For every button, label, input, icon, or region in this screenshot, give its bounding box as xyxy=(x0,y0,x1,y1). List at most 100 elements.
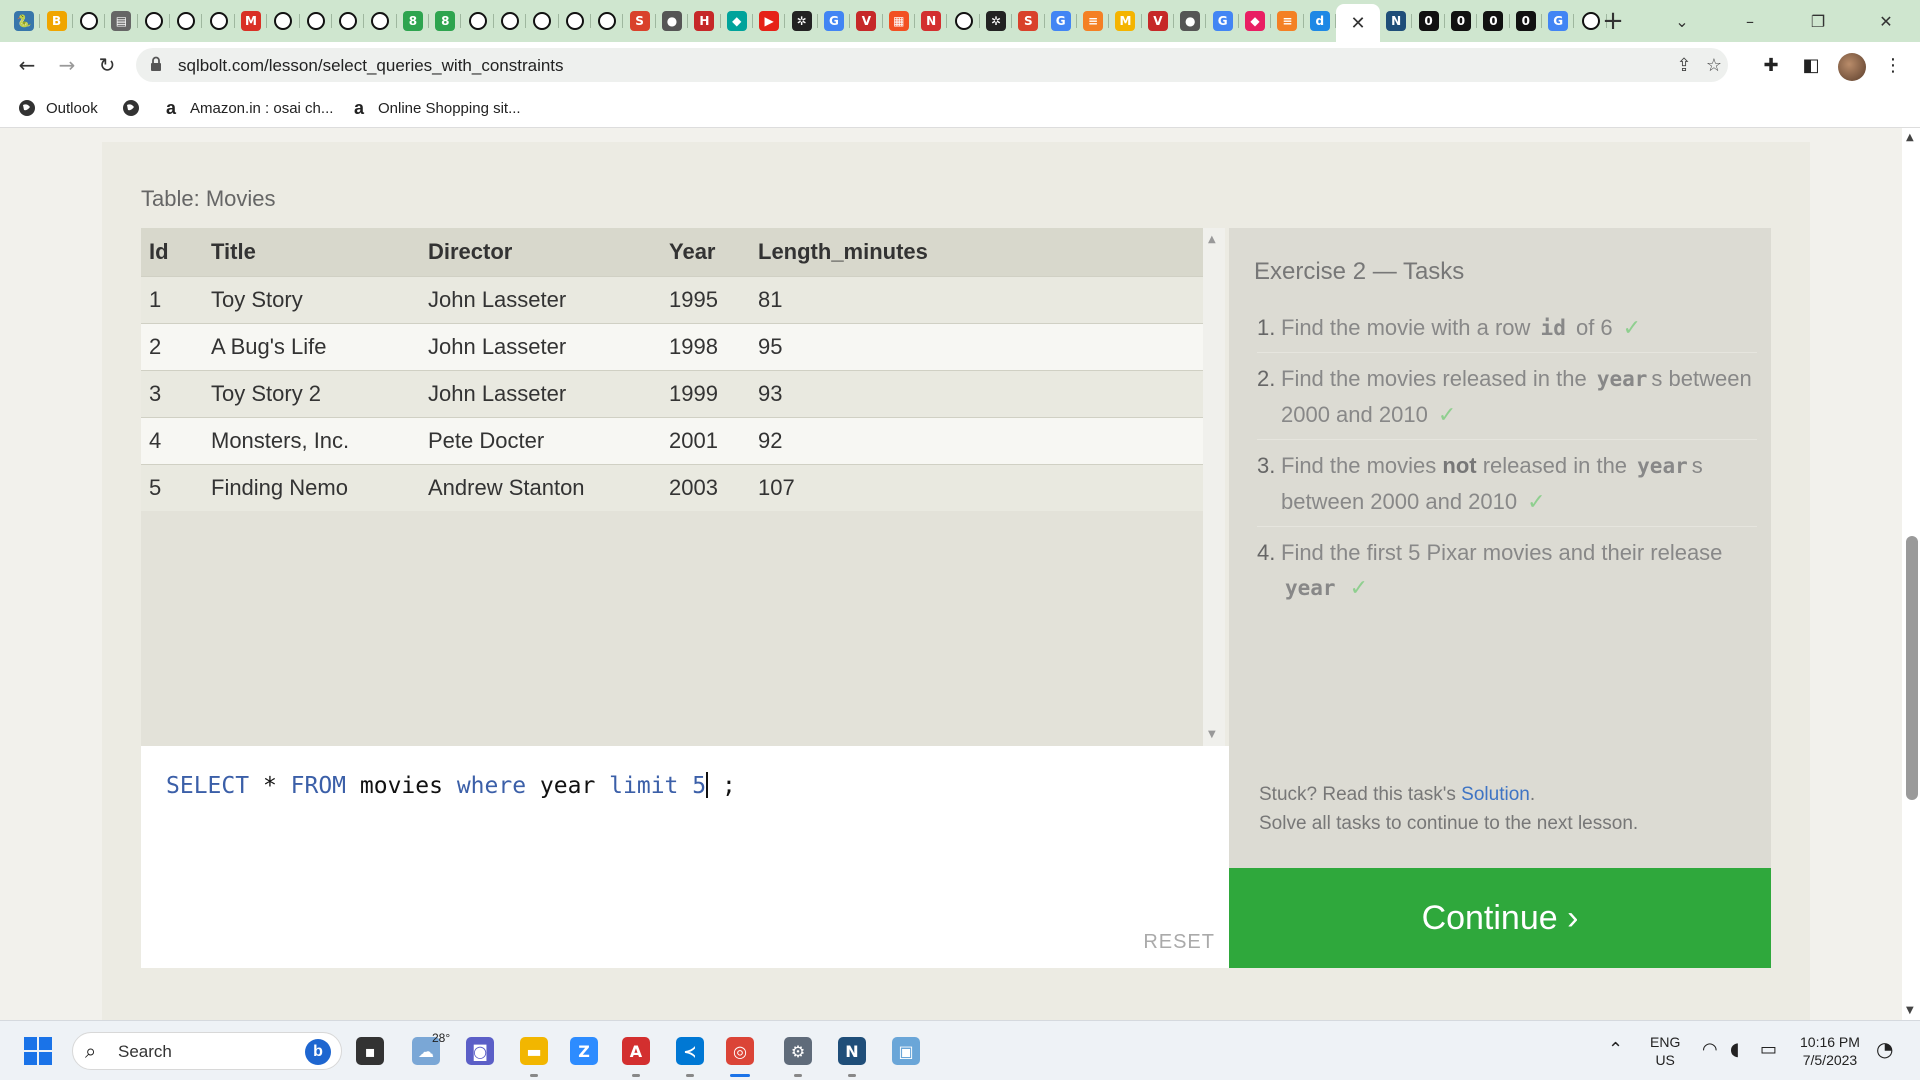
browser-tab[interactable]: G xyxy=(818,4,851,38)
task-view-app[interactable]: ▪ xyxy=(352,1033,388,1069)
clock[interactable]: 10:16 PM 7/5/2023 xyxy=(1800,1033,1860,1069)
browser-tab[interactable]: ≡ xyxy=(1077,4,1110,38)
volume-icon[interactable]: ◖ xyxy=(1730,1039,1739,1060)
browser-tab[interactable]: 0 xyxy=(1510,4,1543,38)
browser-tab[interactable]: 8 xyxy=(429,4,462,38)
bookmark-globe[interactable] xyxy=(122,96,150,120)
bookmark-star-icon[interactable]: ☆ xyxy=(1702,53,1726,77)
browser-tab[interactable] xyxy=(170,4,203,38)
close-window-button[interactable]: ✕ xyxy=(1852,0,1920,42)
tab-search-button[interactable]: ⌄ xyxy=(1648,0,1716,42)
browser-tab[interactable] xyxy=(494,4,527,38)
file-explorer-app[interactable]: ▬ xyxy=(516,1033,552,1077)
more-menu-icon[interactable]: ⋮ xyxy=(1878,50,1908,80)
browser-tab[interactable]: 0 xyxy=(1412,4,1446,38)
acrobat-app[interactable]: A xyxy=(618,1033,654,1077)
restore-button[interactable]: ❐ xyxy=(1784,0,1852,42)
bing-icon[interactable]: b xyxy=(305,1039,331,1065)
browser-tab[interactable]: M xyxy=(235,4,268,38)
browser-tab[interactable]: ▦ xyxy=(883,4,916,38)
paint-app[interactable]: ▣ xyxy=(888,1033,924,1069)
zoom-app[interactable]: Z xyxy=(566,1033,602,1069)
scroll-down-icon[interactable]: ▼ xyxy=(1208,729,1216,740)
taskbar-search[interactable]: ⌕ Search b xyxy=(72,1032,342,1070)
browser-tab[interactable]: N xyxy=(915,4,948,38)
browser-tab[interactable]: N xyxy=(1380,4,1413,38)
bookmark-amazon[interactable]: a Amazon.in : osai ch... xyxy=(162,96,333,120)
chevron-up-icon[interactable]: ⌃ xyxy=(1608,1039,1623,1060)
settings-app[interactable]: ⚙ xyxy=(780,1033,816,1077)
vscode-app[interactable]: ≺ xyxy=(672,1033,708,1077)
browser-tab[interactable]: H xyxy=(688,4,721,38)
scroll-up-icon[interactable]: ▲ xyxy=(1906,132,1914,143)
browser-tab[interactable]: ≡ xyxy=(1271,4,1305,38)
browser-tab[interactable] xyxy=(461,4,495,38)
browser-tab[interactable]: G xyxy=(1045,4,1078,38)
language-indicator[interactable]: ENG US xyxy=(1650,1033,1680,1069)
continue-button[interactable]: Continue › xyxy=(1229,868,1771,968)
notification-icon[interactable]: ◔ xyxy=(1876,1037,1893,1061)
browser-tab[interactable]: 🐍 xyxy=(8,4,41,38)
browser-tab[interactable]: ▶ xyxy=(753,4,786,38)
scroll-down-icon[interactable]: ▼ xyxy=(1906,1005,1914,1016)
browser-tab[interactable]: B xyxy=(40,4,74,38)
address-bar[interactable]: sqlbolt.com/lesson/select_queries_with_c… xyxy=(136,48,1728,82)
page-scrollbar[interactable]: ▲ ▼ xyxy=(1902,128,1920,1020)
bookmark-online-shopping[interactable]: a Online Shopping sit... xyxy=(350,96,521,120)
visual-studio-app[interactable]: N xyxy=(834,1033,870,1077)
chrome-app[interactable]: ◎ xyxy=(722,1033,758,1077)
minimize-button[interactable]: – xyxy=(1716,0,1784,42)
share-icon[interactable]: ⇪ xyxy=(1672,53,1696,77)
new-tab-button[interactable]: + xyxy=(1598,6,1628,36)
bookmark-outlook[interactable]: Outlook xyxy=(18,96,98,120)
browser-tab[interactable]: V xyxy=(1142,4,1175,38)
browser-tab[interactable]: M xyxy=(1109,4,1143,38)
extensions-icon[interactable]: ✚ xyxy=(1756,50,1786,80)
browser-tab[interactable] xyxy=(591,4,624,38)
close-icon[interactable]: ✕ xyxy=(1350,13,1365,34)
active-tab[interactable]: ✕ xyxy=(1336,4,1381,42)
browser-tab[interactable] xyxy=(332,4,365,38)
table-scrollbar[interactable]: ▲ ▼ xyxy=(1203,228,1225,746)
browser-tab[interactable]: ✲ xyxy=(785,4,819,38)
browser-tab[interactable]: ✲ xyxy=(980,4,1013,38)
back-button[interactable]: ← xyxy=(12,50,42,80)
browser-tab[interactable] xyxy=(300,4,333,38)
browser-tab[interactable]: ◆ xyxy=(721,4,754,38)
query-editor[interactable]: SELECT * FROM movies where year limit 5 … xyxy=(141,746,1229,968)
browser-tab[interactable]: ◆ xyxy=(1239,4,1272,38)
reload-button[interactable]: ↻ xyxy=(92,50,122,80)
browser-tab[interactable] xyxy=(526,4,560,38)
scroll-up-icon[interactable]: ▲ xyxy=(1208,234,1216,245)
start-button[interactable] xyxy=(24,1037,52,1065)
browser-tab[interactable]: d xyxy=(1304,4,1337,38)
browser-tab[interactable] xyxy=(73,4,106,38)
url-text[interactable]: sqlbolt.com/lesson/select_queries_with_c… xyxy=(178,56,564,76)
forward-button[interactable]: → xyxy=(52,50,82,80)
browser-tab[interactable]: ● xyxy=(656,4,689,38)
profile-avatar[interactable] xyxy=(1838,53,1866,81)
browser-tab[interactable]: V xyxy=(850,4,883,38)
page-scroll-thumb[interactable] xyxy=(1906,536,1918,800)
browser-tab[interactable] xyxy=(202,4,236,38)
chat-app[interactable]: ◙ xyxy=(462,1033,498,1069)
browser-tab[interactable] xyxy=(364,4,398,38)
reset-button[interactable]: RESET xyxy=(1143,931,1215,954)
solution-link[interactable]: Solution xyxy=(1461,784,1530,805)
browser-tab[interactable] xyxy=(138,4,171,38)
browser-tab[interactable]: 0 xyxy=(1445,4,1478,38)
browser-tab[interactable]: 0 xyxy=(1477,4,1510,38)
browser-tab[interactable]: ● xyxy=(1174,4,1207,38)
browser-tab[interactable]: 8 xyxy=(397,4,430,38)
wifi-icon[interactable]: ◠ xyxy=(1702,1039,1718,1060)
browser-tab[interactable]: G xyxy=(1542,4,1575,38)
side-panel-icon[interactable]: ◧ xyxy=(1796,50,1826,80)
browser-tab[interactable] xyxy=(267,4,300,38)
browser-tab[interactable] xyxy=(947,4,981,38)
battery-icon[interactable]: ▭ xyxy=(1760,1039,1777,1060)
browser-tab[interactable] xyxy=(559,4,592,38)
browser-tab[interactable]: S xyxy=(1012,4,1045,38)
browser-tab[interactable]: G xyxy=(1206,4,1240,38)
query-text[interactable]: SELECT * FROM movies where year limit 5 … xyxy=(166,772,736,799)
browser-tab[interactable]: ▤ xyxy=(105,4,138,38)
